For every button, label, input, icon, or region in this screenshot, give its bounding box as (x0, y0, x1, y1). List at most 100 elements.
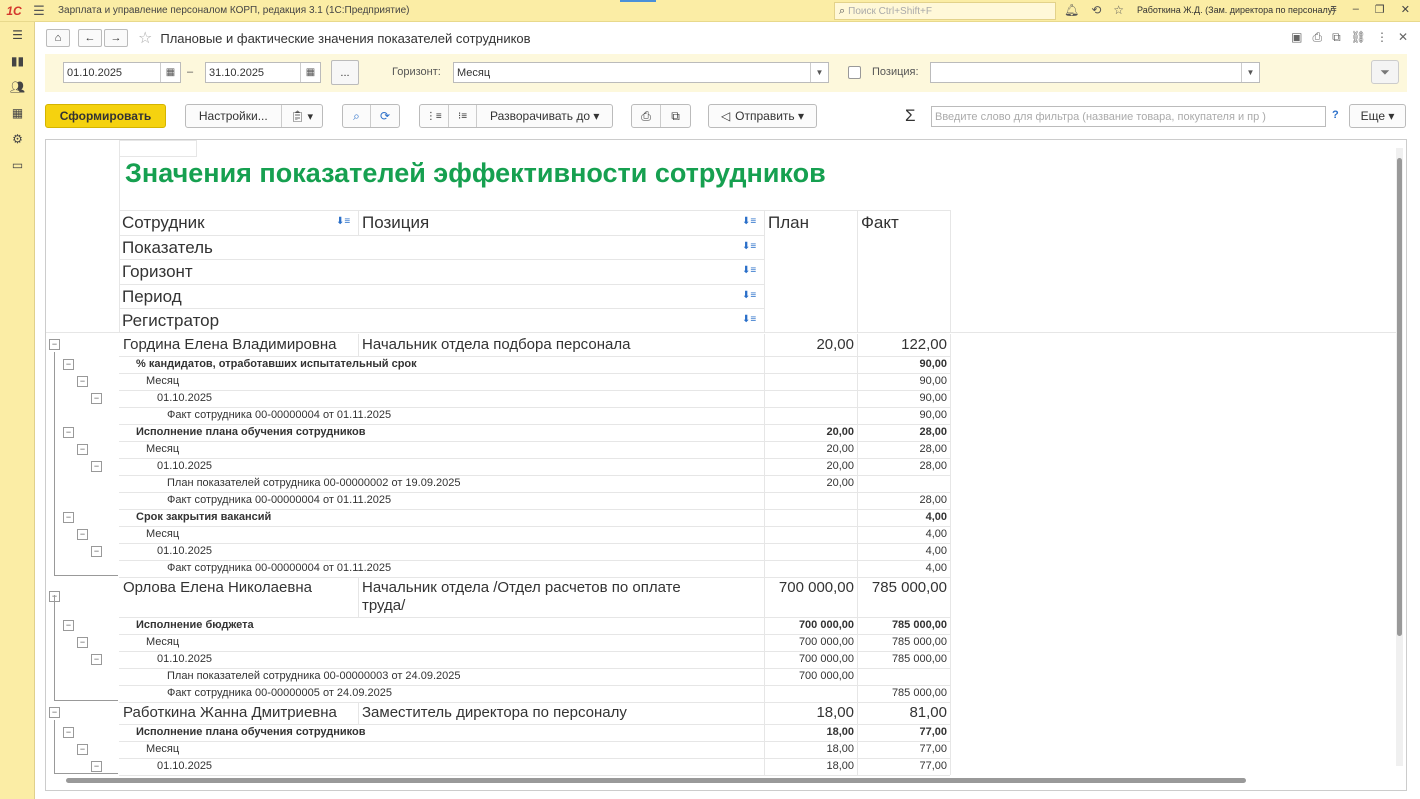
tree-toggle-minus[interactable]: − (49, 707, 60, 718)
employee-row[interactable]: Гордина Елена Владимировна Начальник отде… (46, 334, 1396, 356)
tree-toggle-minus[interactable]: − (49, 339, 60, 350)
employee-row[interactable]: Работкина Жанна Дмитриевна Заместитель ди… (46, 702, 1396, 724)
table-row[interactable]: Исполнение плана обучения сотрудников 20,… (46, 424, 1396, 441)
settings-button[interactable]: Настройки... (186, 105, 282, 127)
table-row[interactable]: Исполнение плана обучения сотрудников 18,… (46, 724, 1396, 741)
tree-toggle-minus[interactable]: − (77, 444, 88, 455)
expand-all-button[interactable]: ⋮≡ (420, 105, 449, 127)
history-icon[interactable]: ⟲ (1091, 3, 1101, 17)
more-button[interactable]: Еще ▾ (1349, 104, 1406, 128)
users-icon[interactable]: 👥︎ (0, 74, 35, 100)
tree-toggle-minus[interactable]: − (91, 546, 102, 557)
restore-icon[interactable]: ❐ (1375, 3, 1385, 16)
table-row[interactable]: 01.10.2025 90,00 (46, 390, 1396, 407)
save-icon[interactable]: ▣ (1291, 30, 1302, 45)
date-from-field[interactable]: 01.10.2025 ▦ (63, 62, 181, 83)
main-menu-icon[interactable]: ☰ (28, 3, 50, 19)
calendar-icon[interactable]: ▦ (160, 63, 180, 82)
sort-icon[interactable]: ⬇≡ (742, 241, 756, 252)
tree-toggle-minus[interactable]: − (91, 393, 102, 404)
link-icon[interactable]: ⛓ (1351, 30, 1366, 45)
more-vertical-icon[interactable]: ⋮ (1376, 30, 1388, 45)
home-button[interactable]: ⌂ (46, 29, 70, 47)
table-row[interactable]: Месяц 700 000,00 785 000,00 (46, 634, 1396, 651)
tree-toggle-minus[interactable]: − (77, 744, 88, 755)
period-select-button[interactable]: ... (331, 60, 359, 85)
preview-icon[interactable]: ⧉ (1332, 30, 1341, 45)
tree-toggle-minus[interactable]: − (91, 654, 102, 665)
send-button[interactable]: ◁ Отправить ▾ (708, 104, 817, 128)
gear-icon[interactable]: ⚙ (0, 126, 35, 152)
table-row[interactable]: Факт сотрудника 00-00000004 от 01.11.202… (46, 560, 1396, 577)
gift-icon[interactable]: ▮▮ (0, 48, 35, 74)
horizontal-scrollbar[interactable] (58, 778, 1388, 784)
bell-icon[interactable]: 🔔︎ (1064, 3, 1079, 17)
close-form-icon[interactable]: ✕ (1398, 30, 1408, 45)
table-row[interactable]: Месяц 90,00 (46, 373, 1396, 390)
id-card-icon[interactable]: ▭ (0, 152, 35, 178)
table-row[interactable]: % кандидатов, отработавших испытательный… (46, 356, 1396, 373)
date-to-field[interactable]: 31.10.2025 ▦ (205, 62, 321, 83)
calendar-icon[interactable]: ▦ (300, 63, 320, 82)
favorite-star-icon[interactable]: ☆ (138, 28, 152, 48)
sort-icon[interactable]: ⬇≡ (742, 290, 756, 301)
menu-icon[interactable]: ☰ (0, 22, 35, 48)
tree-toggle-minus[interactable]: − (77, 637, 88, 648)
table-row[interactable]: Месяц 20,00 28,00 (46, 441, 1396, 458)
minimize-icon[interactable]: – (1353, 3, 1359, 16)
tree-toggle-minus[interactable]: − (63, 727, 74, 738)
global-search-input[interactable]: ⌕ Поиск Ctrl+Shift+F (834, 2, 1056, 20)
table-row[interactable]: 01.10.2025 18,00 77,00 (46, 758, 1396, 775)
table-row[interactable]: Месяц 4,00 (46, 526, 1396, 543)
chevron-down-icon[interactable]: ▼ (1241, 63, 1259, 82)
vertical-scroll-thumb[interactable] (1397, 158, 1402, 636)
calculator-icon[interactable]: ▦ (0, 100, 35, 126)
find-next-button[interactable]: ⟳ (371, 105, 399, 127)
chevron-down-icon[interactable]: ▼ (810, 63, 828, 82)
table-row[interactable]: 01.10.2025 20,00 28,00 (46, 458, 1396, 475)
table-row[interactable]: Исполнение бюджета 700 000,00 785 000,00 (46, 617, 1396, 634)
table-row[interactable]: Факт сотрудника 00-00000005 от 24.09.202… (46, 685, 1396, 702)
print-preview-button[interactable]: ⧉ (661, 105, 690, 127)
settings-menu-icon[interactable]: ≡ (1330, 3, 1336, 16)
help-icon[interactable]: ? (1332, 109, 1339, 121)
report-spreadsheet[interactable]: Значения показателей эффективности сотру… (45, 139, 1407, 791)
find-button[interactable]: ⌕ (343, 105, 372, 127)
table-row[interactable]: 01.10.2025 4,00 (46, 543, 1396, 560)
vertical-scrollbar[interactable] (1396, 148, 1403, 766)
current-user[interactable]: Работкина Ж.Д. (Зам. директора по персон… (1137, 5, 1335, 15)
close-icon[interactable]: ✕ (1401, 3, 1410, 16)
horizontal-scroll-thumb[interactable] (66, 778, 1246, 783)
table-row[interactable]: Срок закрытия вакансий 4,00 (46, 509, 1396, 526)
tree-toggle-minus[interactable]: − (91, 761, 102, 772)
tree-toggle-minus[interactable]: − (77, 529, 88, 540)
employee-row[interactable]: Орлова Елена Николаевна Начальник отдела … (46, 577, 1396, 617)
tree-toggle-minus[interactable]: − (63, 359, 74, 370)
variant-dropdown-button[interactable]: 📋︎ ▾ (282, 105, 322, 127)
position-checkbox[interactable] (848, 66, 861, 79)
forward-button[interactable]: → (104, 29, 128, 47)
sort-icon[interactable]: ⬇≡ (336, 216, 350, 227)
print-button[interactable]: ⎙ (632, 105, 662, 127)
table-row[interactable]: Факт сотрудника 00-00000004 от 01.11.202… (46, 407, 1396, 424)
sort-icon[interactable]: ⬇≡ (742, 216, 756, 227)
tree-toggle-minus[interactable]: − (77, 376, 88, 387)
position-select[interactable]: ▼ (930, 62, 1260, 83)
horizon-select[interactable]: Месяц ▼ (453, 62, 829, 83)
sort-icon[interactable]: ⬇≡ (742, 314, 756, 325)
report-filter-input[interactable]: Введите слово для фильтра (название това… (931, 106, 1326, 127)
table-row[interactable]: План показателей сотрудника 00-00000002 … (46, 475, 1396, 492)
tree-toggle-minus[interactable]: − (63, 427, 74, 438)
table-row[interactable]: 01.10.2025 700 000,00 785 000,00 (46, 651, 1396, 668)
tree-toggle-minus[interactable]: − (63, 620, 74, 631)
sort-icon[interactable]: ⬇≡ (742, 265, 756, 276)
table-row[interactable]: Месяц 18,00 77,00 (46, 741, 1396, 758)
table-row[interactable]: План показателей сотрудника 00-00000003 … (46, 668, 1396, 685)
expand-to-button[interactable]: Разворачивать до ▾ (477, 105, 612, 127)
tree-toggle-minus[interactable]: − (63, 512, 74, 523)
generate-button[interactable]: Сформировать (45, 104, 166, 128)
tree-toggle-minus[interactable]: − (91, 461, 102, 472)
sum-icon[interactable]: Σ (905, 106, 916, 126)
table-row[interactable]: Факт сотрудника 00-00000004 от 01.11.202… (46, 492, 1396, 509)
print-icon[interactable]: ⎙ (1313, 30, 1323, 45)
